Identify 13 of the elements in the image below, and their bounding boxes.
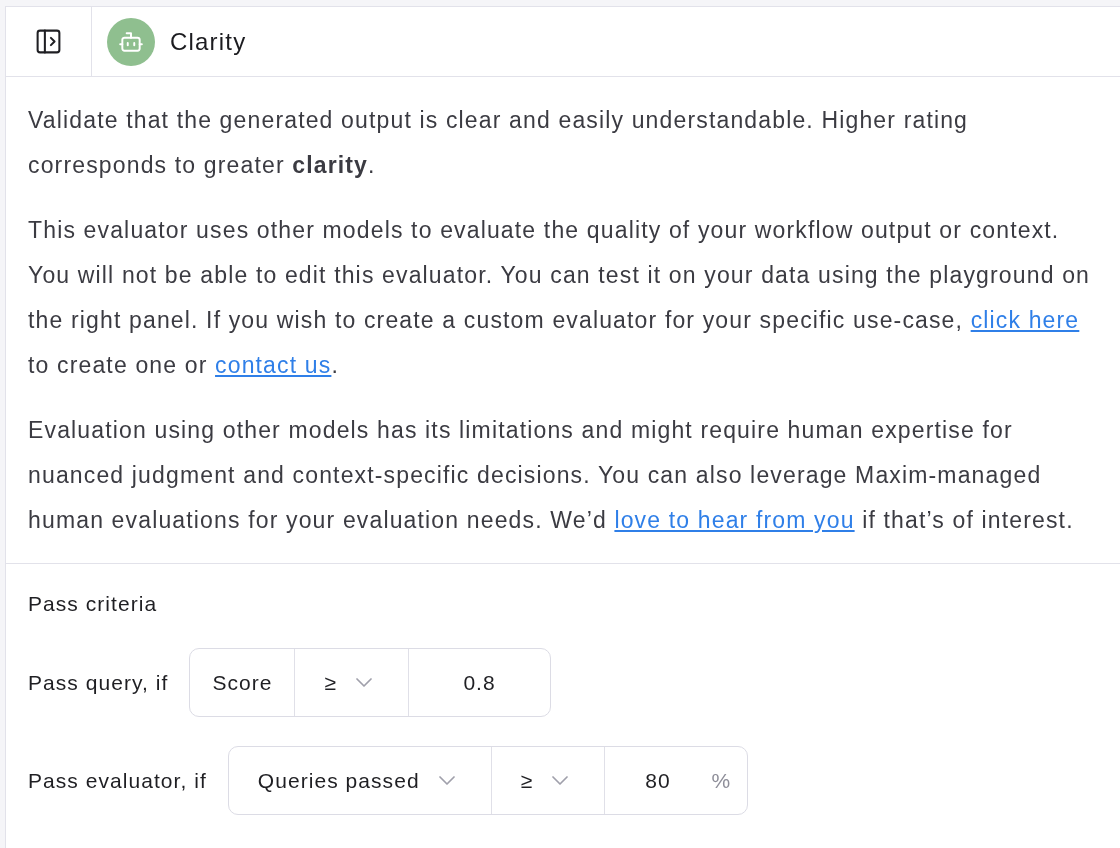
criteria-label: Pass evaluator, if (28, 767, 207, 794)
link[interactable]: love to hear from you (614, 507, 855, 533)
toggle-sidebar-button[interactable] (34, 27, 63, 56)
description-paragraph: Validate that the generated output is clear and easily understandable. Higher rating corresponds to greater clarity. (28, 106, 970, 180)
link[interactable]: contact us (215, 352, 332, 378)
section-title: Pass criteria (28, 591, 158, 617)
criteria-label: Pass query, if (28, 669, 169, 696)
description-paragraph: This evaluator uses other models to evaluate the quality of your workflow output or context. You will not be able to edit this evaluator. You can test it on your data using the playground on the right panel. If you wish to create a custom evaluator for your specific use-case, click here to create one or contact us. (28, 216, 1092, 380)
evaluator-title: Clarity (170, 26, 247, 57)
link[interactable]: click here (970, 307, 1080, 333)
robot-icon (107, 17, 155, 66)
description-paragraph: Evaluation using other models has its limitations and might require human expertise for nuanced judgment and context-specific decisions. You can also leverage Maxim-managed human evaluations for your evaluation needs. We’d love to hear from you if that’s of interest. (28, 416, 1075, 535)
sidebar-icon (34, 27, 63, 56)
